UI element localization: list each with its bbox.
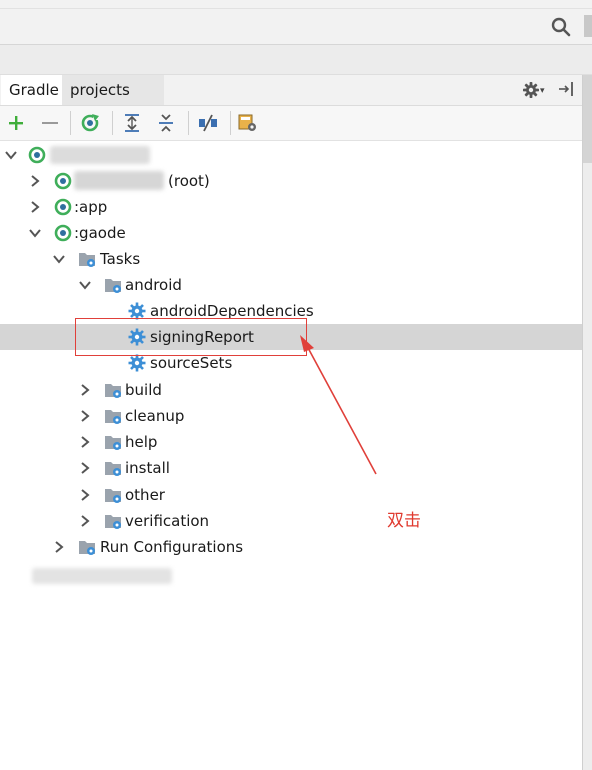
group-label: cleanup	[125, 407, 185, 425]
chevron-right-icon[interactable]	[28, 174, 42, 188]
folder-label: Run Configurations	[100, 538, 244, 556]
expand-all-icon[interactable]	[122, 113, 142, 133]
tree-node-redacted[interactable]	[0, 562, 582, 588]
task-folder-icon	[105, 436, 121, 450]
toolbar-separator	[230, 111, 231, 135]
redacted-project-name	[50, 146, 150, 164]
tree-node-root-project[interactable]	[0, 142, 582, 168]
tree-node-group[interactable]: other	[0, 482, 582, 508]
gradle-tree: (root) :app :gaode Tasks android android…	[0, 140, 582, 770]
folder-label: Tasks	[100, 250, 141, 268]
task-folder-icon	[105, 279, 121, 293]
task-folder-icon	[105, 410, 121, 424]
task-label: sourceSets	[150, 354, 233, 372]
chevron-right-icon[interactable]	[78, 435, 92, 449]
gradle-module-icon	[54, 224, 72, 242]
chevron-down-icon[interactable]	[78, 278, 92, 292]
group-label: install	[125, 459, 170, 477]
collapse-all-icon[interactable]	[156, 113, 176, 133]
tree-node-tasks[interactable]: Tasks	[0, 246, 582, 272]
toolbar-separator	[188, 111, 189, 135]
task-folder-icon	[105, 515, 121, 529]
refresh-icon[interactable]	[80, 113, 100, 133]
remove-icon[interactable]	[40, 113, 60, 133]
chevron-down-icon[interactable]	[28, 226, 42, 240]
tree-node-group[interactable]: cleanup	[0, 403, 582, 429]
chevron-down-icon[interactable]: ▾	[540, 86, 545, 96]
run-config-folder-icon	[79, 541, 95, 555]
module-label: :app	[74, 198, 108, 216]
chevron-right-icon[interactable]	[28, 200, 42, 214]
folder-label: android	[125, 276, 182, 294]
chevron-right-icon[interactable]	[78, 383, 92, 397]
tree-node-run-configurations[interactable]: Run Configurations	[0, 534, 582, 560]
tree-node-group[interactable]: help	[0, 429, 582, 455]
group-label: help	[125, 433, 158, 451]
annotation-label: 双击	[387, 511, 421, 531]
highlight-box	[75, 318, 307, 356]
task-folder-icon	[105, 384, 121, 398]
task-folder-icon	[105, 462, 121, 476]
hide-panel-icon[interactable]	[558, 80, 574, 98]
gradle-project-icon	[28, 146, 46, 164]
chevron-right-icon[interactable]	[52, 540, 66, 554]
redacted-module-name	[74, 171, 164, 190]
chevron-right-icon[interactable]	[78, 514, 92, 528]
toolbar-separator	[70, 111, 71, 135]
tree-node-app[interactable]: :app	[0, 194, 582, 220]
toggle-offline-icon[interactable]	[198, 113, 218, 133]
toolbar-separator	[112, 111, 113, 135]
cropped-toolbar-icon[interactable]	[584, 15, 592, 37]
group-label: verification	[125, 512, 210, 530]
tree-node-root-module[interactable]: (root)	[0, 168, 582, 194]
tool-window-header: Gradle projects	[0, 75, 582, 106]
task-folder-icon	[105, 489, 121, 503]
sidebar-tab-gradle[interactable]	[583, 75, 592, 163]
gradle-module-icon	[54, 172, 72, 190]
tree-node-group[interactable]: verification	[0, 508, 582, 534]
task-folder-icon	[79, 253, 95, 267]
group-label: build	[125, 381, 162, 399]
chevron-down-icon[interactable]	[52, 252, 66, 266]
tree-node-android[interactable]: android	[0, 272, 582, 298]
tree-node-group[interactable]: install	[0, 455, 582, 481]
chevron-right-icon[interactable]	[78, 488, 92, 502]
chevron-down-icon[interactable]	[4, 148, 18, 162]
root-suffix: (root)	[168, 172, 210, 190]
gradle-module-icon	[54, 198, 72, 216]
chevron-right-icon[interactable]	[78, 409, 92, 423]
tab-projects[interactable]: projects	[62, 75, 164, 105]
right-tool-strip	[582, 75, 592, 770]
task-gear-icon	[128, 354, 146, 372]
search-icon[interactable]	[551, 17, 571, 37]
redacted-node	[32, 568, 172, 584]
divider	[0, 8, 592, 9]
add-icon[interactable]	[6, 113, 26, 133]
gear-icon[interactable]	[522, 81, 540, 99]
title-bar	[0, 0, 592, 45]
toolbar-band	[0, 45, 592, 75]
settings-tool-icon[interactable]	[238, 113, 258, 133]
chevron-right-icon[interactable]	[78, 461, 92, 475]
tree-node-group[interactable]: build	[0, 377, 582, 403]
module-label: :gaode	[74, 224, 126, 242]
group-label: other	[125, 486, 165, 504]
tree-node-gaode[interactable]: :gaode	[0, 220, 582, 246]
